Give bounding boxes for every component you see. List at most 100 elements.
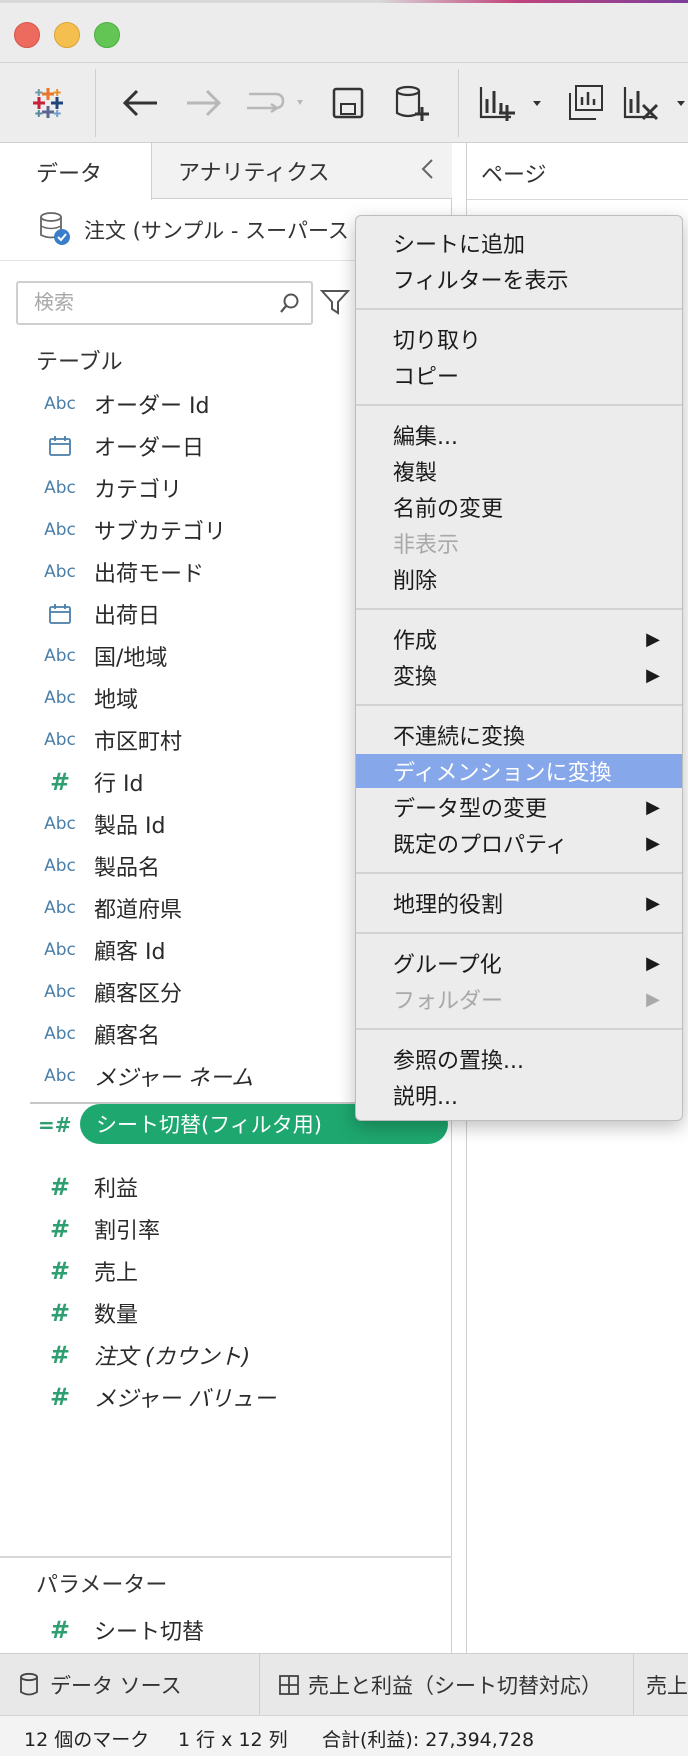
menu-item-label: 不連続に変換 [393, 725, 526, 750]
minimize-window-button[interactable] [54, 22, 80, 48]
tab-sheet-2-label: 売上 [646, 1674, 688, 1698]
tab-sheet-label: 売上と利益（シート切替対応） [308, 1674, 602, 1698]
submenu-arrow-icon: ▶ [646, 796, 660, 818]
measure-name: 数量 [94, 1303, 139, 1328]
parameters-title: パラメーター [36, 1573, 168, 1598]
tab-sheet-2[interactable]: 売上 [634, 1654, 688, 1716]
duplicate-sheet-icon[interactable] [564, 79, 608, 127]
tableau-logo-icon[interactable] [26, 79, 70, 127]
menu-item[interactable]: 既定のプロパティ ▶ [356, 826, 682, 860]
submenu-arrow-icon: ▶ [646, 664, 660, 686]
number-type-icon: # [49, 1257, 71, 1285]
measure-item[interactable]: # メジャー バリュー [0, 1376, 452, 1418]
toolbar-separator [95, 69, 96, 137]
menu-item[interactable]: ディメンションに変換 [356, 754, 682, 788]
tab-analytics[interactable]: アナリティクス [178, 143, 330, 199]
string-type-icon: Abc [44, 982, 76, 1002]
tab-datasource[interactable]: データ ソース [0, 1654, 260, 1716]
tab-data[interactable]: データ [0, 143, 152, 200]
menu-separator [356, 608, 682, 610]
forward-arrow-icon[interactable] [182, 79, 226, 127]
menu-item[interactable]: 複製 [356, 454, 682, 488]
menu-item[interactable]: 不連続に変換 [356, 718, 682, 752]
string-type-icon: Abc [44, 940, 76, 960]
calendar-icon [42, 435, 78, 462]
number-type-icon: # [49, 1299, 71, 1327]
window-titlebar [0, 3, 688, 63]
measure-item[interactable]: # 数量 [0, 1292, 452, 1334]
field-name: 出荷日 [94, 604, 161, 629]
menu-item[interactable]: コピー [356, 358, 682, 392]
status-marks: 12 個のマーク [24, 1729, 150, 1751]
menu-item-label: コピー [393, 365, 460, 390]
measure-item[interactable]: # 利益 [0, 1166, 452, 1208]
database-icon [20, 1672, 38, 1696]
collapse-pane-icon[interactable] [420, 157, 434, 187]
menu-item[interactable]: 名前の変更 [356, 490, 682, 524]
field-name: 国/地域 [94, 646, 168, 671]
status-bar: 12 個のマーク 1 行 x 12 列 合計(利益): 27,394,728 [0, 1715, 688, 1756]
measure-item[interactable]: # 注文 (カウント) [0, 1334, 452, 1376]
string-type-icon: Abc [44, 688, 76, 708]
menu-item[interactable]: 作成 ▶ [356, 622, 682, 656]
string-type-icon: Abc [44, 562, 76, 582]
menu-separator [356, 704, 682, 706]
submenu-arrow-icon: ▶ [646, 952, 660, 974]
menu-item[interactable]: 地理的役割 ▶ [356, 886, 682, 920]
measure-name: 利益 [94, 1177, 139, 1202]
menu-item[interactable]: 切り取り [356, 322, 682, 356]
back-arrow-icon[interactable] [118, 79, 162, 127]
menu-item[interactable]: 削除 [356, 562, 682, 596]
grid-icon [279, 1675, 299, 1695]
measure-item[interactable]: # 割引率 [0, 1208, 452, 1250]
menu-separator [356, 404, 682, 406]
string-type-icon: Abc [44, 646, 76, 666]
menu-item-label: 既定のプロパティ [393, 833, 568, 858]
redo-icon[interactable] [240, 79, 310, 127]
search-box [16, 281, 313, 325]
menu-separator [356, 932, 682, 934]
measure-name: 売上 [94, 1261, 139, 1286]
context-menu: シートに追加 フィルターを表示 切り取り コピー 編集... 複製 名前の変更 非表示 削除 作成… [355, 215, 683, 1121]
new-worksheet-icon[interactable] [476, 79, 550, 127]
menu-item: フォルダー ▶ [356, 982, 682, 1016]
string-type-icon: Abc [44, 1066, 76, 1086]
menu-item[interactable]: フィルターを表示 [356, 262, 682, 296]
menu-item-label: 説明... [393, 1085, 458, 1110]
number-type-icon: # [49, 768, 71, 796]
field-name: 出荷モード [94, 562, 205, 587]
save-icon[interactable] [326, 79, 370, 127]
field-name: 地域 [94, 688, 139, 713]
parameter-item[interactable]: # シート切替 [0, 1609, 452, 1651]
menu-item[interactable]: 変換 ▶ [356, 658, 682, 692]
filter-icon[interactable] [319, 287, 351, 321]
close-window-button[interactable] [14, 22, 40, 48]
clear-sheet-icon[interactable] [620, 79, 688, 127]
datasource-icon [38, 211, 72, 247]
menu-separator [356, 872, 682, 874]
measure-item[interactable]: # 売上 [0, 1250, 452, 1292]
menu-item[interactable]: 編集... [356, 418, 682, 452]
zoom-window-button[interactable] [94, 22, 120, 48]
menu-item-label: 地理的役割 [393, 893, 504, 918]
field-name: 顧客区分 [94, 982, 183, 1007]
new-datasource-icon[interactable] [388, 79, 436, 127]
tab-sheet[interactable]: 売上と利益（シート切替対応） [260, 1654, 634, 1716]
menu-item[interactable]: シートに追加 [356, 226, 682, 260]
calendar-icon [42, 603, 78, 630]
parameter-name: シート切替 [94, 1620, 205, 1645]
menu-item[interactable]: グループ化 ▶ [356, 946, 682, 980]
menu-separator [356, 1028, 682, 1030]
menu-item[interactable]: データ型の変更 ▶ [356, 790, 682, 824]
menu-item[interactable]: 参照の置換... [356, 1042, 682, 1076]
field-name: 都道府県 [94, 898, 183, 923]
menu-item-label: 編集... [393, 425, 458, 450]
submenu-arrow-icon: ▶ [646, 832, 660, 854]
calculated-field-icon: =# [38, 1113, 72, 1137]
menu-item[interactable]: 説明... [356, 1078, 682, 1112]
toolbar-separator [458, 69, 459, 137]
tables-title: テーブル [36, 350, 123, 375]
pane-tabs: データ アナリティクス [0, 143, 452, 200]
search-input[interactable] [34, 283, 274, 321]
menu-item-label: 複製 [393, 461, 438, 486]
